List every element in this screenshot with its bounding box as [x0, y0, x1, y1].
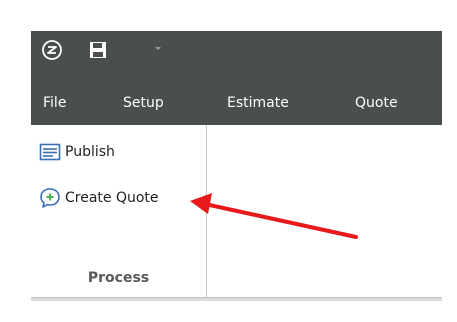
menu-file[interactable]: File — [43, 94, 66, 112]
menu-setup[interactable]: Setup — [123, 94, 164, 112]
ribbon-group-process: Publish Create Quote Process — [31, 125, 207, 297]
ribbon: Publish Create Quote Process — [31, 125, 442, 301]
publish-icon — [39, 143, 61, 161]
create-quote-label: Create Quote — [65, 190, 159, 206]
create-quote-button[interactable]: Create Quote — [39, 186, 159, 210]
ribbon-bottom-border — [31, 297, 442, 301]
title-bar — [31, 31, 442, 70]
menu-quote[interactable]: Quote — [355, 94, 398, 112]
save-icon[interactable] — [89, 41, 107, 59]
app-window: File Setup Estimate Quote Publish Create… — [31, 31, 442, 301]
group-label-process: Process — [87, 270, 150, 286]
publish-label: Publish — [65, 144, 115, 160]
publish-button[interactable]: Publish — [39, 140, 115, 164]
app-logo-icon[interactable] — [41, 39, 63, 61]
chevron-down-icon[interactable] — [151, 41, 165, 55]
menu-estimate[interactable]: Estimate — [227, 94, 289, 112]
menu-bar: File Setup Estimate Quote — [31, 70, 442, 125]
speech-bubble-plus-icon — [40, 188, 60, 208]
